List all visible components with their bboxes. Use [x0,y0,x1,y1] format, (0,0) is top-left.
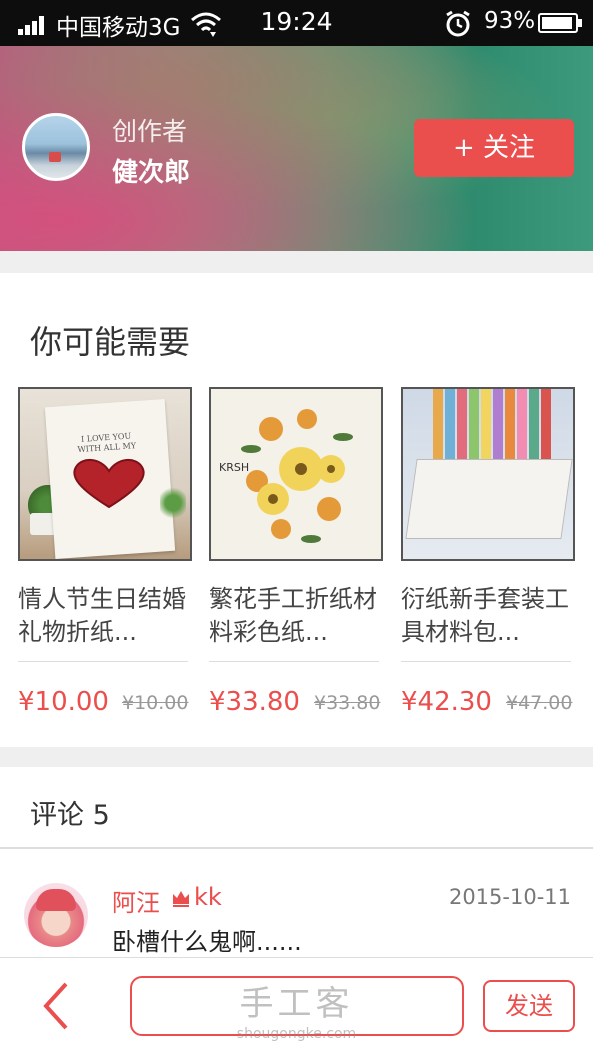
heart-icon [73,459,145,509]
commenter-name[interactable]: 阿汪 [112,883,160,918]
battery-percent: 93% [484,8,536,34]
svg-text:KRSH: KRSH [219,461,249,474]
product-old-price: ¥10.00 [122,692,189,714]
commenter-avatar[interactable] [24,883,88,947]
author-banner: 创作者 健次郎 + 关注 [0,46,593,251]
product-image[interactable]: I LOVE YOU WITH ALL MY [18,387,192,561]
battery-icon [538,13,582,33]
divider [209,661,379,662]
product-price: ¥10.00 [18,687,109,717]
product-image[interactable]: KRSH [209,387,383,561]
comment-text: 卧槽什么鬼啊...... [112,928,302,956]
product-name[interactable]: 繁花手工折纸材料彩色纸... [209,583,389,649]
follow-button[interactable]: + 关注 [414,119,574,177]
product-image[interactable] [401,387,575,561]
section-title: 你可能需要 [30,323,191,361]
author-role: 创作者 [112,117,188,146]
bottom-bar: 手工客 shougongke.com 发送 [0,957,593,1055]
product-price: ¥33.80 [209,687,300,717]
status-bar: 中国移动3G 19:24 93% [0,0,593,46]
divider [401,661,571,662]
commenter-name-suffix[interactable]: kk [194,883,222,911]
author-name[interactable]: 健次郎 [112,152,190,189]
comments-section: 评论 5 阿汪 kk 2015-10-11 卧槽什么鬼啊...... [0,767,593,957]
comments-title: 评论 5 [30,800,110,831]
product-price: ¥42.30 [401,687,492,717]
flower-illustration: KRSH [219,409,353,543]
product-name[interactable]: 衍纸新手套装工具材料包... [401,583,581,649]
product-name[interactable]: 情人节生日结婚礼物折纸... [18,583,198,649]
divider [0,847,593,849]
recommend-section: 你可能需要 I LOVE YOU WITH ALL MY 情人节生日结婚礼物折纸.… [0,273,593,747]
divider [18,661,188,662]
comment-date: 2015-10-11 [448,885,571,909]
product-old-price: ¥33.80 [314,692,381,714]
author-avatar[interactable] [22,113,90,181]
product-old-price: ¥47.00 [506,692,573,714]
crown-icon [173,891,189,907]
send-button[interactable]: 发送 [483,980,575,1032]
alarm-icon [446,10,470,37]
